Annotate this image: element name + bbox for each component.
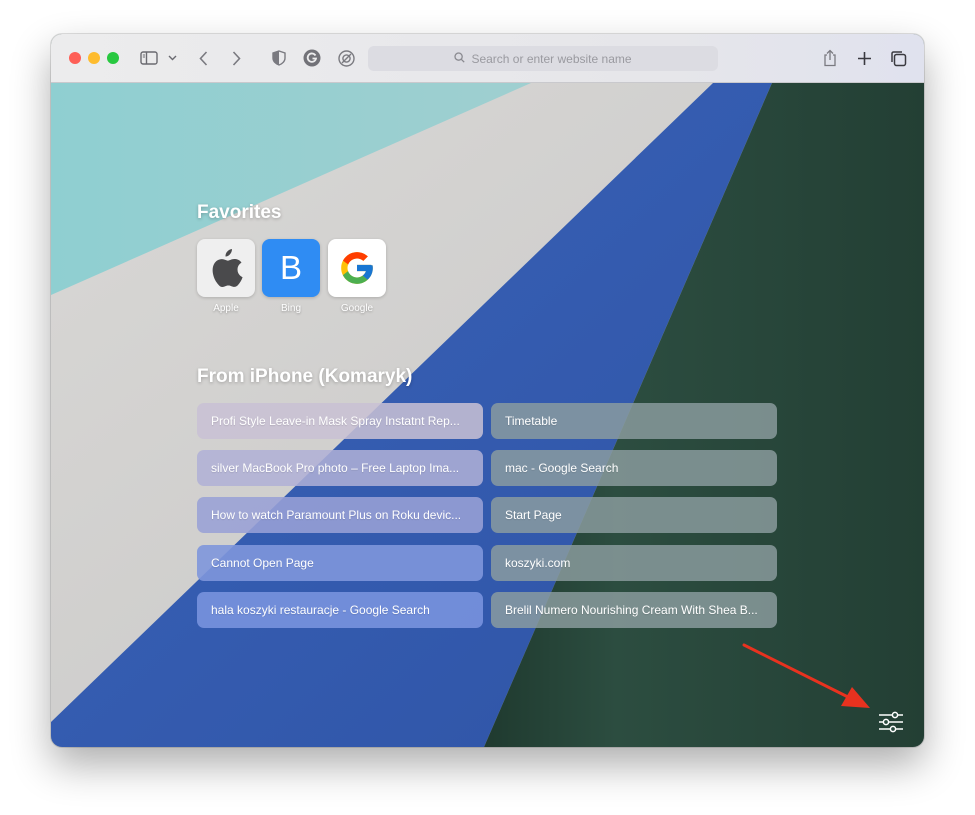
extension-icon[interactable] bbox=[336, 46, 356, 70]
icloud-tabs-title: From iPhone (Komaryk) bbox=[197, 366, 413, 387]
favorite-label-apple: Apple bbox=[213, 303, 239, 314]
sliders-icon bbox=[879, 711, 903, 733]
apple-logo-icon bbox=[197, 239, 255, 297]
forward-icon[interactable] bbox=[227, 46, 245, 70]
favorite-google[interactable]: Google bbox=[328, 239, 386, 314]
customize-start-page-button[interactable] bbox=[877, 710, 905, 734]
tab-overview-icon[interactable] bbox=[888, 46, 908, 70]
toolbar: Search or enter website name bbox=[51, 34, 924, 83]
icloud-tab-item[interactable]: silver MacBook Pro photo – Free Laptop I… bbox=[197, 450, 483, 486]
share-icon[interactable] bbox=[821, 46, 839, 70]
close-window-button[interactable] bbox=[69, 52, 81, 64]
icloud-tab-item[interactable]: Cannot Open Page bbox=[197, 545, 483, 581]
favorites-title: Favorites bbox=[197, 202, 282, 223]
google-logo-icon bbox=[328, 239, 386, 297]
icloud-tab-item[interactable]: Timetable bbox=[491, 403, 777, 439]
sidebar-icon[interactable] bbox=[139, 46, 159, 70]
icloud-tab-item[interactable]: How to watch Paramount Plus on Roku devi… bbox=[197, 497, 483, 533]
favorite-label-google: Google bbox=[340, 303, 374, 314]
privacy-shield-icon[interactable] bbox=[270, 46, 288, 70]
icloud-tab-item[interactable]: koszyki.com bbox=[491, 545, 777, 581]
safari-window: Search or enter website name Favorites A… bbox=[51, 34, 924, 747]
bing-glyph: B bbox=[279, 249, 302, 286]
new-tab-plus-icon[interactable] bbox=[854, 46, 874, 70]
favorite-bing[interactable]: B Bing bbox=[262, 239, 320, 314]
address-bar[interactable]: Search or enter website name bbox=[368, 46, 718, 71]
search-icon bbox=[454, 50, 466, 68]
icloud-tab-item[interactable]: mac - Google Search bbox=[491, 450, 777, 486]
bing-letter-icon: B bbox=[262, 239, 320, 297]
icloud-tab-item[interactable]: Profi Style Leave-in Mask Spray Instatnt… bbox=[197, 403, 483, 439]
chevron-down-icon[interactable] bbox=[165, 46, 179, 70]
icloud-tab-item[interactable]: Brelil Numero Nourishing Cream With Shea… bbox=[491, 592, 777, 628]
icloud-tab-item[interactable]: hala koszyki restauracje - Google Search bbox=[197, 592, 483, 628]
icloud-tab-item[interactable]: Start Page bbox=[491, 497, 777, 533]
favorite-label-bing: Bing bbox=[280, 303, 301, 314]
back-icon[interactable] bbox=[194, 46, 212, 70]
address-placeholder: Search or enter website name bbox=[471, 51, 632, 66]
zoom-window-button[interactable] bbox=[107, 52, 119, 64]
favorite-apple[interactable]: Apple bbox=[197, 239, 255, 314]
grammarly-icon[interactable] bbox=[302, 46, 322, 70]
minimize-window-button[interactable] bbox=[88, 52, 100, 64]
start-page: Favorites Apple B Bing Google From iPhon… bbox=[51, 83, 924, 747]
start-page-background bbox=[51, 83, 924, 747]
